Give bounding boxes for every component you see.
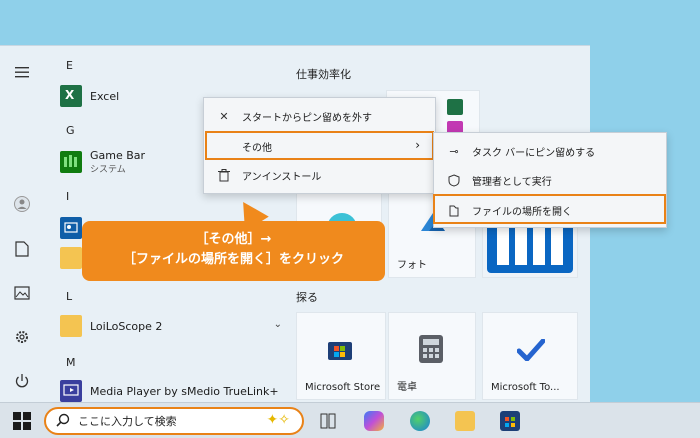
microsoft-store-icon[interactable]	[500, 411, 520, 431]
search-icon	[56, 413, 70, 430]
windows-start-icon[interactable]	[12, 411, 32, 431]
documents-icon[interactable]	[12, 239, 32, 259]
menu-item-label: 管理者として実行	[472, 176, 552, 188]
folder-icon	[60, 315, 82, 337]
pictures-icon[interactable]	[12, 283, 32, 303]
pinned-tile-microsoft-store[interactable]: Microsoft Store	[296, 312, 386, 400]
excel-icon: X	[60, 85, 82, 107]
pinned-tile-calculator[interactable]: 電卓	[388, 312, 476, 400]
todo-check-icon	[516, 338, 546, 363]
tile-label: Microsoft To...	[491, 382, 560, 393]
instruction-callout: ［その他］→ ［ファイルの場所を開く］をクリック	[82, 221, 385, 281]
app-tile-icon	[60, 217, 82, 239]
tile-label: Microsoft Store	[305, 382, 381, 393]
taskbar: ここに入力して検索 ✦✧	[0, 402, 700, 438]
hamburger-menu-icon[interactable]	[12, 62, 32, 82]
calculator-icon	[419, 335, 443, 363]
file-explorer-icon[interactable]	[455, 411, 475, 431]
app-label: Game Bar	[90, 149, 146, 162]
folder-icon	[60, 247, 82, 269]
start-rail	[0, 46, 44, 403]
pin-icon: ⊸	[449, 144, 459, 158]
letter-header-g[interactable]: G	[66, 124, 75, 137]
highlight-more	[205, 131, 434, 160]
letter-header-e[interactable]: E	[66, 59, 73, 72]
edge-browser-icon[interactable]	[410, 411, 430, 431]
app-sublabel: システム	[90, 165, 126, 175]
shield-icon	[446, 172, 462, 188]
unpin-icon: ✕	[219, 109, 229, 123]
app-label: Media Player by sMedio TrueLink+	[90, 384, 279, 398]
copilot-icon[interactable]	[364, 411, 384, 431]
letter-header-m[interactable]: M	[66, 356, 76, 369]
highlight-open-file-location	[433, 194, 666, 224]
task-view-icon[interactable]	[318, 411, 338, 431]
menu-item-run-as-admin[interactable]: 管理者として実行	[434, 166, 666, 194]
callout-line-2: ［ファイルの場所を開く］をクリック	[122, 252, 344, 267]
power-icon[interactable]	[12, 371, 32, 391]
chevron-down-icon[interactable]: ⌄	[274, 319, 282, 330]
store-bag-icon	[327, 337, 353, 361]
sparkle-icon: ✦✧	[266, 412, 290, 428]
app-loiloscope[interactable]: LoiLoScope 2 ⌄	[60, 310, 290, 342]
tile-label: フォト	[397, 260, 427, 271]
letter-header-l[interactable]: L	[66, 290, 72, 303]
media-player-icon	[60, 380, 82, 402]
group-title-explore: 探る	[296, 291, 318, 304]
excel-icon	[447, 99, 463, 115]
search-placeholder: ここに入力して検索	[78, 415, 177, 428]
app-label: LoiLoScope 2	[90, 319, 163, 333]
menu-item-label: アンインストール	[242, 171, 322, 183]
app-label: Excel	[90, 89, 120, 103]
game-bar-icon	[60, 151, 82, 173]
group-title-productivity: 仕事効率化	[296, 68, 351, 81]
settings-gear-icon[interactable]	[12, 327, 32, 347]
trash-icon	[216, 167, 232, 183]
menu-item-unpin-from-start[interactable]: ✕ スタートからピン留めを外す	[204, 102, 434, 130]
tile-label: 電卓	[397, 382, 417, 393]
menu-item-label: タスク バーにピン留めする	[472, 147, 596, 159]
user-account-icon[interactable]	[12, 194, 32, 214]
pinned-tile-todo[interactable]: Microsoft To...	[482, 312, 578, 400]
taskbar-search-box[interactable]: ここに入力して検索 ✦✧	[44, 407, 304, 435]
menu-item-uninstall[interactable]: アンインストール	[204, 161, 434, 189]
callout-line-1: ［その他］→	[195, 232, 272, 247]
menu-item-pin-to-taskbar[interactable]: ⊸ タスク バーにピン留めする	[434, 137, 666, 165]
letter-header-i[interactable]: I	[66, 190, 69, 203]
menu-item-label: スタートからピン留めを外す	[242, 112, 372, 124]
